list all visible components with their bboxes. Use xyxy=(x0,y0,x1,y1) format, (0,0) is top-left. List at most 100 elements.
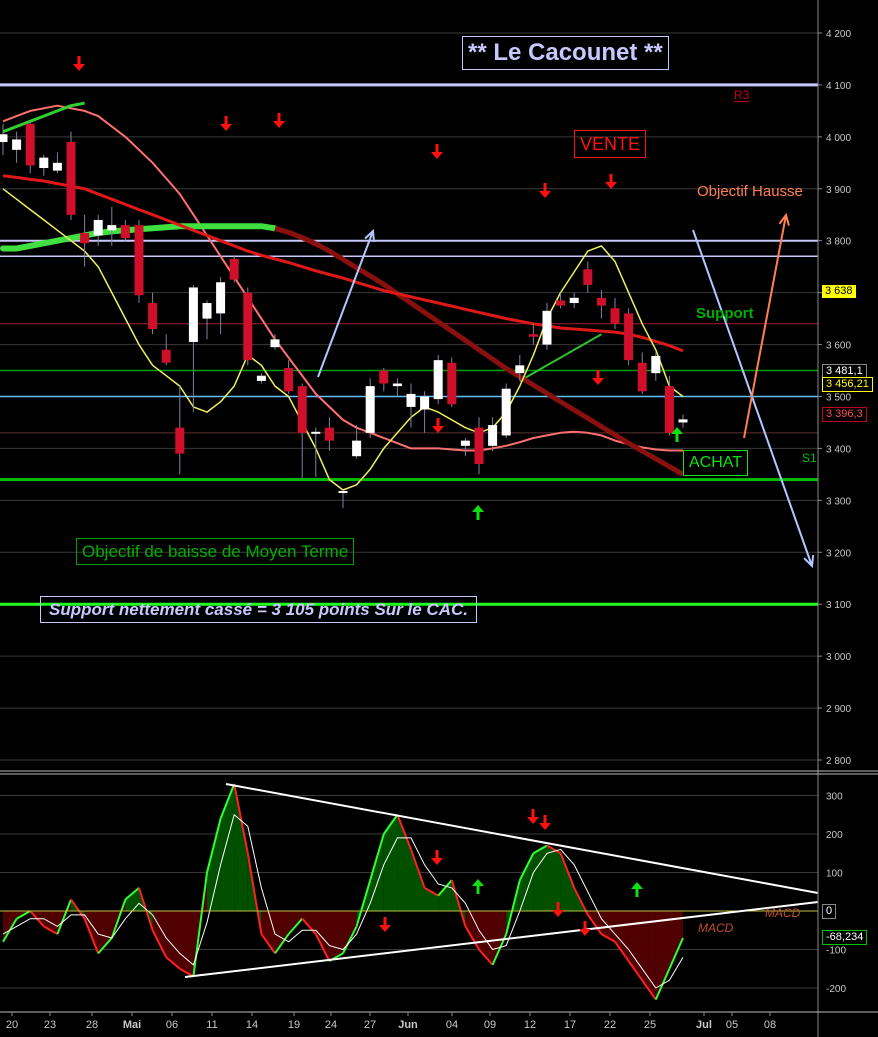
macd-fill xyxy=(179,911,194,977)
x-tick-label: 04 xyxy=(446,1019,458,1031)
price-tick-label: 2 900 xyxy=(826,704,851,715)
candle-body xyxy=(175,427,185,454)
x-tick-label: 06 xyxy=(166,1019,178,1031)
price-tick-label: 3 000 xyxy=(826,652,851,663)
x-tick-label: 05 xyxy=(726,1019,738,1031)
candle-body xyxy=(120,225,130,239)
x-tick-label: 19 xyxy=(288,1019,300,1031)
candle-body xyxy=(324,427,334,441)
candle-body xyxy=(66,142,76,215)
candle-body xyxy=(460,440,470,446)
x-tick-label: 12 xyxy=(524,1019,536,1031)
x-tick-label: 27 xyxy=(364,1019,376,1031)
price-tick-label: 4 200 xyxy=(826,29,851,40)
candle-body xyxy=(515,365,525,374)
x-tick-label: 11 xyxy=(206,1019,217,1031)
candle-body xyxy=(637,362,647,392)
candle-body xyxy=(12,139,22,150)
candle-body xyxy=(664,386,674,433)
macd-tick-label: 300 xyxy=(826,792,843,803)
macd-fill xyxy=(547,845,561,911)
candle-body xyxy=(161,349,171,363)
badge-macd-value: -68,234 xyxy=(822,930,868,945)
price-tick-label: 4 000 xyxy=(826,133,851,144)
candle-body xyxy=(270,339,280,348)
candle-body xyxy=(25,123,35,166)
candle-body xyxy=(569,297,579,304)
candle-body xyxy=(216,282,226,314)
candle-body xyxy=(624,313,634,361)
macd-tick-label: -200 xyxy=(826,984,846,995)
objectif-hausse-label: Objectif Hausse xyxy=(697,183,803,200)
candle-body xyxy=(447,362,457,405)
candle-body xyxy=(39,157,49,169)
x-tick-label: 20 xyxy=(6,1019,18,1031)
chart-title: ** Le Cacounet ** xyxy=(462,36,669,70)
badge-macd-zero: 0 xyxy=(822,904,837,919)
candle-body xyxy=(474,427,484,465)
x-tick-label: Jul xyxy=(696,1019,712,1031)
price-tick-label: 3 500 xyxy=(826,393,851,404)
candle-body xyxy=(148,303,158,329)
candle-body xyxy=(406,393,416,407)
candle-body xyxy=(338,491,348,494)
candle-body xyxy=(528,334,538,337)
cac-chart: 2 800 2 900 3 000 3 100 3 200 3 300 3 400 3 500… xyxy=(0,0,878,1037)
x-tick-label: Jun xyxy=(398,1019,418,1031)
candle-body xyxy=(392,383,402,387)
candle-body xyxy=(202,303,212,319)
candle-body xyxy=(488,425,498,446)
candle-body xyxy=(542,310,552,345)
price-tick-label: 2 800 xyxy=(826,756,851,767)
vente-label: VENTE xyxy=(574,130,647,158)
candle-body xyxy=(352,440,362,457)
candle-body xyxy=(651,355,661,374)
badge-lower-band: 3 396,3 xyxy=(822,407,867,422)
candle-body xyxy=(678,419,688,423)
objectif-baisse-label: Objectif de baisse de Moyen Terme xyxy=(76,538,355,565)
candle-body xyxy=(379,370,389,384)
price-tick-label: 3 400 xyxy=(826,444,851,455)
candle-body xyxy=(52,162,62,171)
x-tick-label: 24 xyxy=(325,1019,337,1031)
candle-body xyxy=(256,375,266,381)
price-tick-label: 3 800 xyxy=(826,237,851,248)
candle-body xyxy=(311,431,321,434)
candle-body xyxy=(297,386,307,433)
candle-body xyxy=(556,300,566,306)
x-tick-label: 09 xyxy=(484,1019,496,1031)
macd-tick-label: 100 xyxy=(826,869,843,880)
support-casse-label: Support nettement cassé = 3 105 points S… xyxy=(40,596,477,623)
candle-body xyxy=(433,360,443,400)
macd-tick-label: 200 xyxy=(826,830,843,841)
candle-body xyxy=(420,396,430,410)
candle-body xyxy=(284,367,294,392)
candle-body xyxy=(80,232,90,244)
candle-body xyxy=(134,225,144,296)
x-tick-label: 28 xyxy=(86,1019,98,1031)
candle-body xyxy=(229,258,239,280)
price-tick-label: 4 100 xyxy=(826,81,851,92)
candle-body xyxy=(596,297,606,306)
macd-label-1: MACD xyxy=(765,906,801,920)
candle-body xyxy=(0,134,8,143)
candle-body xyxy=(188,287,198,342)
badge-last-close: 3 456,21 xyxy=(822,377,873,392)
candle-body xyxy=(107,225,117,231)
support-label: Support xyxy=(696,305,754,322)
x-tick-label: 14 xyxy=(246,1019,258,1031)
price-tick-label: 3 600 xyxy=(826,341,851,352)
achat-label: ACHAT xyxy=(683,450,749,476)
price-tick-label: 3 100 xyxy=(826,600,851,611)
x-tick-label: 08 xyxy=(764,1019,776,1031)
price-tick-label: 3 200 xyxy=(826,548,851,559)
badge-ma-level: 3 638 xyxy=(822,285,856,298)
x-tick-label: Mai xyxy=(123,1019,141,1031)
x-tick-label: 17 xyxy=(564,1019,576,1031)
macd-tick-label: -100 xyxy=(826,946,846,957)
candle-body xyxy=(501,388,511,436)
x-tick-label: 22 xyxy=(604,1019,616,1031)
price-tick-label: 3 300 xyxy=(826,496,851,507)
candle-body xyxy=(610,308,620,324)
x-tick-label: 25 xyxy=(644,1019,656,1031)
